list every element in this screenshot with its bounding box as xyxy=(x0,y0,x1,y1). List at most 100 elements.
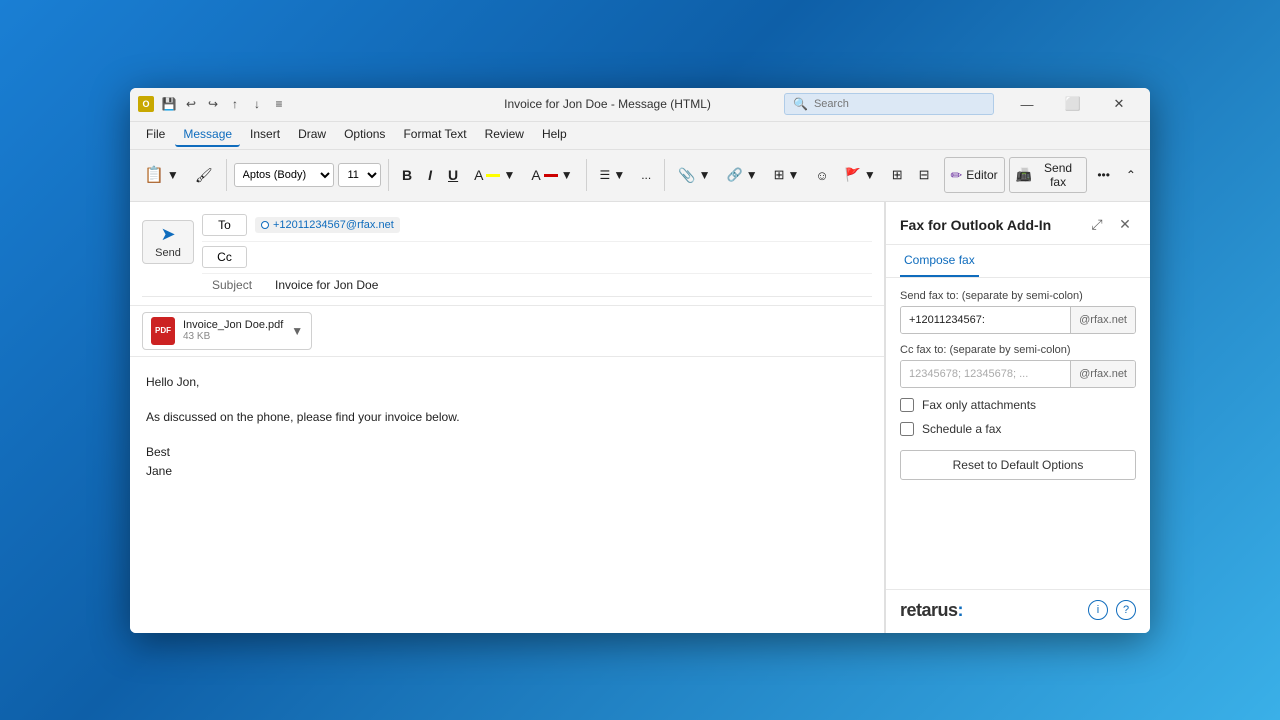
title-bar: O 💾 ↩ ↪ ↑ ↓ ≡ Invoice for Jon Doe - Mess… xyxy=(130,88,1150,122)
highlight-color-bar xyxy=(486,174,500,177)
emoji-btn[interactable]: ☺ xyxy=(809,157,834,193)
cc-fax-domain: @rfax.net xyxy=(1070,361,1135,387)
font-color-btn[interactable]: A ▼ xyxy=(525,157,578,193)
bold-btn[interactable]: B xyxy=(396,157,418,193)
send-button[interactable]: ➤ Send xyxy=(142,220,194,264)
window-controls: — ⬜ ✕ xyxy=(1004,88,1142,122)
to-chip[interactable]: +12011234567@rfax.net xyxy=(255,217,400,233)
info-button[interactable]: i xyxy=(1088,600,1108,620)
attachment-dropdown-icon[interactable]: ▼ xyxy=(291,324,303,338)
font-name-select[interactable]: Aptos (Body) xyxy=(234,163,335,187)
up-qat-btn[interactable]: ↑ xyxy=(226,95,244,113)
highlight-btn[interactable]: A ▼ xyxy=(468,157,521,193)
fax-popout-button[interactable]: ⤢ xyxy=(1086,214,1108,236)
ribbon-sep-2 xyxy=(388,159,389,191)
send-fax-ribbon-label: Send fax xyxy=(1036,161,1080,189)
clipboard-arrow: ▼ xyxy=(167,168,179,182)
fax-only-attachments-checkbox[interactable] xyxy=(900,398,914,412)
font-color-arrow: ▼ xyxy=(561,168,573,182)
fax-close-button[interactable]: ✕ xyxy=(1114,214,1136,236)
font-color-bar xyxy=(544,174,558,177)
emoji-icon: ☺ xyxy=(815,168,828,183)
close-button[interactable]: ✕ xyxy=(1096,88,1142,122)
send-arrow-icon: ➤ xyxy=(160,224,175,245)
table-btn[interactable]: ⊞ xyxy=(886,157,909,193)
schedule-fax-label[interactable]: Schedule a fax xyxy=(922,422,1001,436)
menu-message[interactable]: Message xyxy=(175,123,240,147)
menu-format-text[interactable]: Format Text xyxy=(395,123,474,147)
email-body-text: As discussed on the phone, please find y… xyxy=(146,408,824,427)
fax-compose-tab[interactable]: Compose fax xyxy=(900,245,979,277)
schedule-fax-checkbox[interactable] xyxy=(900,422,914,436)
menu-options[interactable]: Options xyxy=(336,123,393,147)
more-btn[interactable]: ... xyxy=(635,157,657,193)
retarus-name: retarus xyxy=(900,600,958,620)
fax-only-attachments-row: Fax only attachments xyxy=(900,398,1136,412)
redo-qat-btn[interactable]: ↪ xyxy=(204,95,222,113)
font-size-select[interactable]: 11 xyxy=(338,163,381,187)
clipboard-btn[interactable]: 📋 ▼ xyxy=(138,157,185,193)
send-label: Send xyxy=(155,247,181,259)
search-bar[interactable]: 🔍 xyxy=(784,93,994,115)
attachment-chip[interactable]: PDF Invoice_Jon Doe.pdf 43 KB ▼ xyxy=(142,312,312,350)
attach-btn[interactable]: 📎 ▼ xyxy=(672,157,716,193)
cc-field-row: Cc xyxy=(202,242,872,274)
bullets-btn[interactable]: ☰ ▼ xyxy=(594,157,632,193)
menu-review[interactable]: Review xyxy=(477,123,532,147)
cc-fax-field: Cc fax to: (separate by semi-colon) @rfa… xyxy=(900,344,1136,388)
fax-only-attachments-label[interactable]: Fax only attachments xyxy=(922,398,1036,412)
help-button[interactable]: ? xyxy=(1116,600,1136,620)
bullets-arrow: ▼ xyxy=(613,168,625,182)
email-body[interactable]: Hello Jon, As discussed on the phone, pl… xyxy=(130,357,884,498)
flag-btn[interactable]: 🚩 ▼ xyxy=(839,157,882,193)
send-fax-input-row[interactable]: @rfax.net xyxy=(900,306,1136,334)
menu-qat-btn[interactable]: ≡ xyxy=(270,95,288,113)
fax-tab-row: Compose fax xyxy=(886,245,1150,278)
send-fax-input[interactable] xyxy=(901,307,1070,333)
ribbon-overflow-btn[interactable]: ••• xyxy=(1091,157,1116,193)
send-fax-ribbon-btn[interactable]: 📠 Send fax xyxy=(1009,157,1088,193)
link-btn[interactable]: 🔗 ▼ xyxy=(721,157,764,193)
table-icon: ⊞ xyxy=(892,167,903,183)
send-fax-domain: @rfax.net xyxy=(1070,307,1135,333)
menu-draw[interactable]: Draw xyxy=(290,123,334,147)
maximize-button[interactable]: ⬜ xyxy=(1050,88,1096,122)
outlook-window: O 💾 ↩ ↪ ↑ ↓ ≡ Invoice for Jon Doe - Mess… xyxy=(130,88,1150,633)
cc-button[interactable]: Cc xyxy=(202,246,247,268)
to-field-row: To +12011234567@rfax.net xyxy=(202,210,872,242)
link-arrow: ▼ xyxy=(746,168,758,182)
cc-fax-input-row[interactable]: @rfax.net xyxy=(900,360,1136,388)
fax-header: Fax for Outlook Add-In ⤢ ✕ xyxy=(886,202,1150,245)
cc-fax-input[interactable] xyxy=(901,361,1070,387)
search-input[interactable] xyxy=(814,98,984,110)
menu-insert[interactable]: Insert xyxy=(242,123,288,147)
to-button[interactable]: To xyxy=(202,214,247,236)
fax-footer-icons: i ? xyxy=(1088,600,1136,620)
format-painter-btn[interactable]: 🖌 xyxy=(189,157,219,193)
down-qat-btn[interactable]: ↓ xyxy=(248,95,266,113)
more-icon: ... xyxy=(641,168,651,182)
ribbon: 📋 ▼ 🖌 Aptos (Body) 11 B I U xyxy=(130,150,1150,202)
subject-row: Subject Invoice for Jon Doe xyxy=(142,274,872,297)
editor-icon: ✏ xyxy=(951,167,963,184)
to-chip-dot xyxy=(261,221,269,229)
italic-btn[interactable]: I xyxy=(422,157,438,193)
to-address: +12011234567@rfax.net xyxy=(273,219,394,231)
underline-btn[interactable]: U xyxy=(442,157,464,193)
editor-btn[interactable]: ✏ Editor xyxy=(944,157,1005,193)
save-qat-btn[interactable]: 💾 xyxy=(160,95,178,113)
minimize-button[interactable]: — xyxy=(1004,88,1050,122)
undo-qat-btn[interactable]: ↩ xyxy=(182,95,200,113)
menu-file[interactable]: File xyxy=(138,123,173,147)
font-color-icon: A xyxy=(531,167,540,183)
insert-btn[interactable]: ⊞ ▼ xyxy=(768,157,806,193)
apps-btn[interactable]: ⊟ xyxy=(913,157,936,193)
menu-help[interactable]: Help xyxy=(534,123,575,147)
ribbon-collapse-btn[interactable]: ⌃ xyxy=(1120,157,1142,193)
cc-fax-field-label: Cc fax to: (separate by semi-colon) xyxy=(900,344,1136,356)
reset-default-options-button[interactable]: Reset to Default Options xyxy=(900,450,1136,480)
ribbon-collapse-icon: ⌃ xyxy=(1126,168,1136,182)
highlight-arrow: ▼ xyxy=(503,168,515,182)
email-sign-best: Best xyxy=(146,443,824,462)
fax-body: Send fax to: (separate by semi-colon) @r… xyxy=(886,278,1150,589)
